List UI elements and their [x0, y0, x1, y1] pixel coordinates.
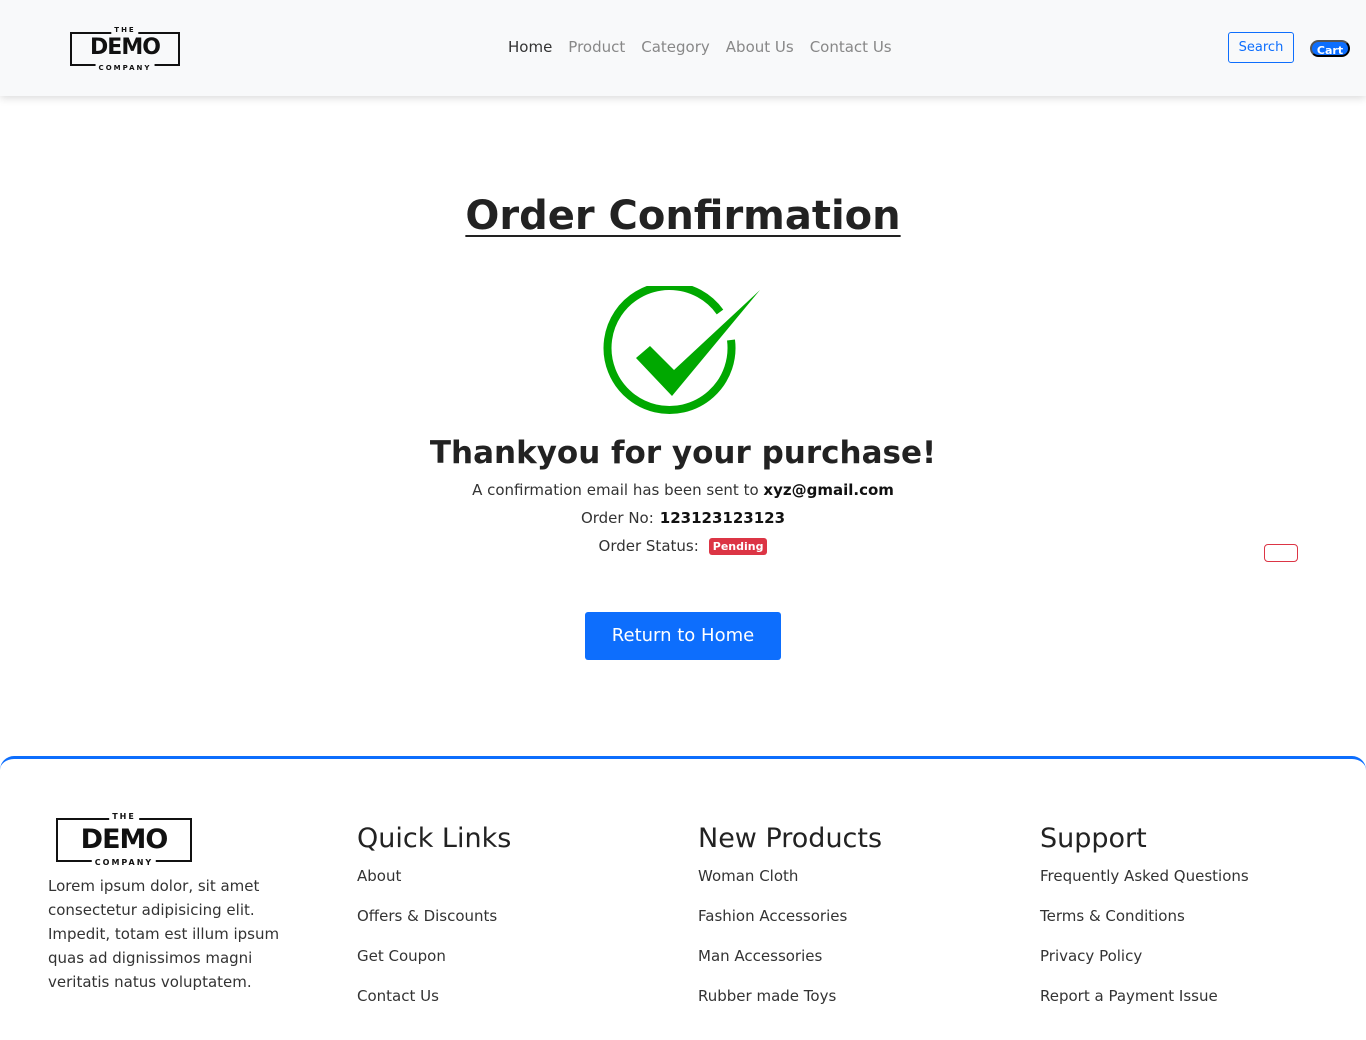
main-nav: Home Product Category About Us Contact U…	[508, 37, 892, 57]
footer-link-terms[interactable]: Terms & Conditions	[1040, 906, 1249, 926]
nav-contact-us[interactable]: Contact Us	[810, 37, 892, 57]
email-text: A confirmation email has been sent to	[472, 481, 759, 499]
footer-logo-company-text: COMPANY	[91, 858, 157, 868]
search-button[interactable]: Search	[1228, 32, 1294, 63]
footer-column-title: New Products	[698, 823, 883, 854]
footer-link-man-accessories[interactable]: Man Accessories	[698, 946, 882, 966]
nav-about-us[interactable]: About Us	[726, 37, 794, 57]
footer-link-offers[interactable]: Offers & Discounts	[357, 906, 511, 926]
footer-link-privacy[interactable]: Privacy Policy	[1040, 946, 1249, 966]
order-no-value: 123123123123	[659, 509, 786, 527]
check-circle-icon	[603, 286, 760, 414]
footer-link-payment-issue[interactable]: Report a Payment Issue	[1040, 986, 1249, 1006]
nav-home[interactable]: Home	[508, 37, 552, 57]
footer-link-about[interactable]: About	[357, 866, 511, 886]
footer-column-title: Quick Links	[357, 823, 512, 854]
footer-quick-links: Quick Links About Offers & Discounts Get…	[357, 822, 511, 1026]
status-badge: Pending	[708, 538, 768, 555]
logo-demo-text: DEMO	[90, 35, 161, 60]
empty-outline-button[interactable]	[1264, 544, 1298, 562]
order-status-line: Order Status: Pending	[0, 536, 1366, 556]
page-title-text: Order Confirmation	[465, 193, 901, 239]
page-title: Order Confirmation	[0, 190, 1366, 242]
footer-link-faq[interactable]: Frequently Asked Questions	[1040, 866, 1249, 886]
logo-company-text: COMPANY	[95, 64, 155, 72]
thank-you-heading: Thankyou for your purchase!	[429, 435, 937, 471]
footer-link-woman-cloth[interactable]: Woman Cloth	[698, 866, 882, 886]
footer-link-contact[interactable]: Contact Us	[357, 986, 511, 1006]
nav-product[interactable]: Product	[568, 37, 625, 57]
footer-logo[interactable]: THE DEMO COMPANY	[56, 812, 192, 868]
email-address: xyz@gmail.com	[763, 481, 894, 499]
order-no-label: Order No:	[580, 509, 654, 527]
cart-button[interactable]: Cart	[1310, 40, 1350, 57]
order-number-line: Order No: 123123123123	[0, 508, 1366, 528]
return-home-button[interactable]: Return to Home	[585, 612, 781, 660]
footer-column-title: Support	[1040, 823, 1147, 854]
footer-link-rubber-toys[interactable]: Rubber made Toys	[698, 986, 882, 1006]
footer-logo-the-text: THE	[109, 812, 139, 822]
logo-the-text: THE	[111, 26, 139, 34]
footer-link-fashion-accessories[interactable]: Fashion Accessories	[698, 906, 882, 926]
footer-support: Support Frequently Asked Questions Terms…	[1040, 822, 1249, 1026]
site-header: THE DEMO COMPANY Home Product Category A…	[0, 0, 1366, 96]
confirmation-email-line: A confirmation email has been sent to xy…	[0, 480, 1366, 500]
footer-link-coupon[interactable]: Get Coupon	[357, 946, 511, 966]
order-status-label: Order Status:	[598, 537, 699, 555]
company-logo[interactable]: THE DEMO COMPANY	[70, 26, 180, 72]
footer-logo-demo-text: DEMO	[80, 824, 169, 855]
footer-about-text: Lorem ipsum dolor, sit amet consectetur …	[48, 877, 280, 991]
nav-category[interactable]: Category	[641, 37, 710, 57]
footer-new-products: New Products Woman Cloth Fashion Accesso…	[698, 822, 882, 1026]
